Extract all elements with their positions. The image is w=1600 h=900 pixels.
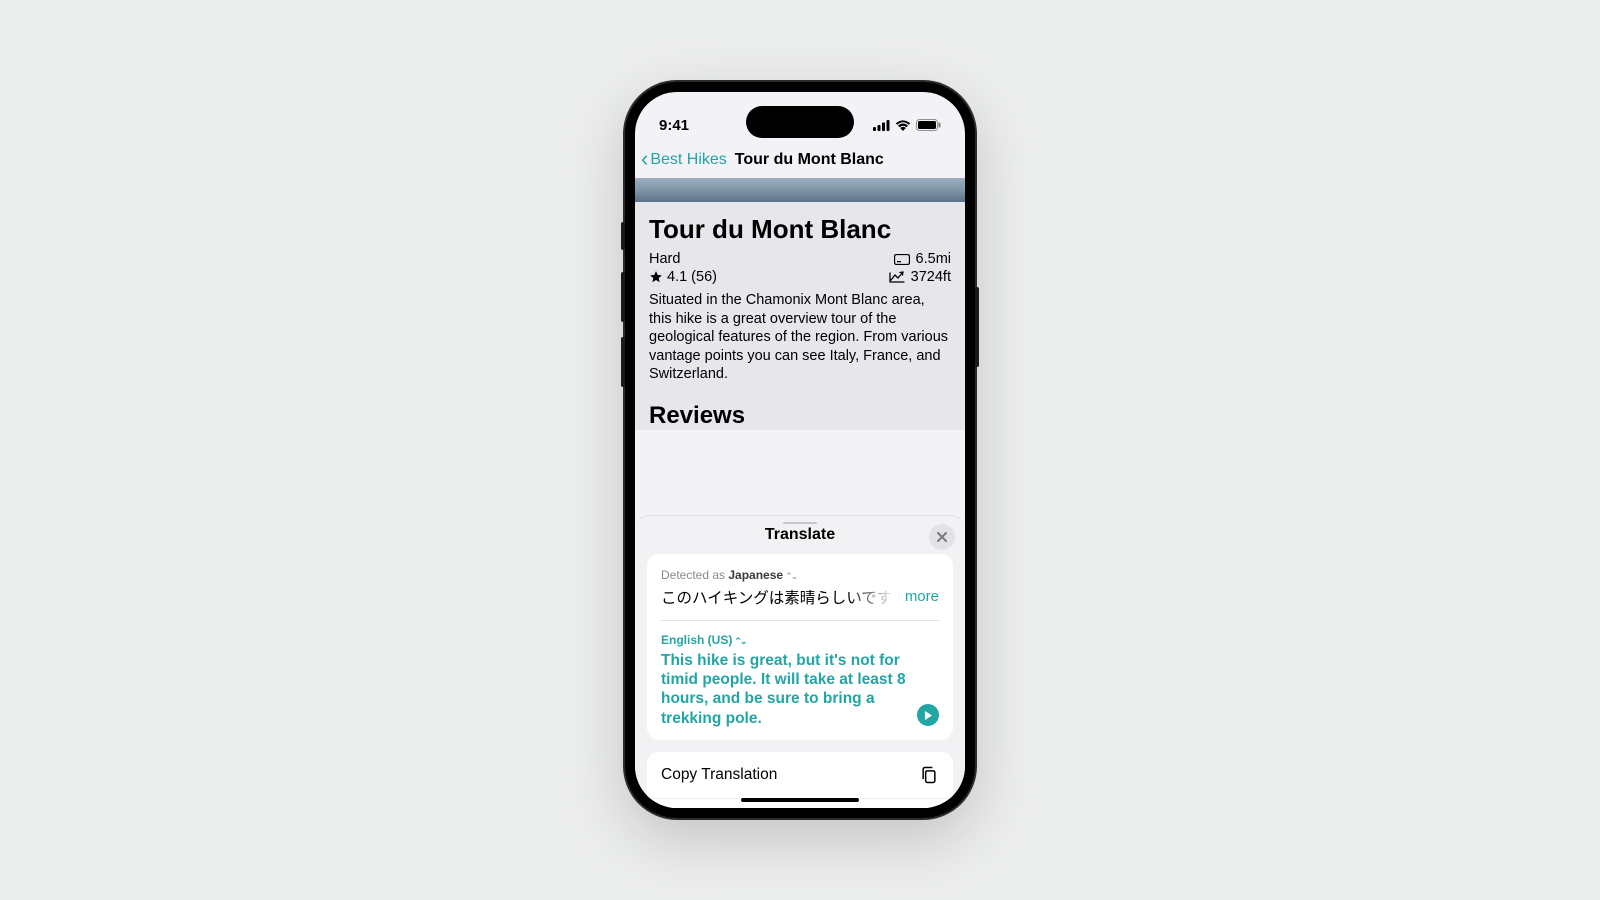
close-button[interactable] — [929, 524, 955, 550]
reviews-heading: Reviews — [635, 394, 965, 430]
home-indicator[interactable] — [741, 798, 859, 802]
divider — [661, 620, 939, 621]
translation-text: This hike is great, but it's not for tim… — [661, 651, 907, 729]
hero-image — [635, 178, 965, 202]
stats-row-2: 4.1 (56) 3724ft — [649, 269, 951, 285]
side-button — [621, 222, 625, 250]
iphone-frame: 9:41 ‹ Best Hikes Tour du Mont Blanc Tou… — [625, 82, 975, 818]
battery-icon — [916, 119, 941, 131]
status-icons — [873, 119, 941, 131]
copy-icon — [919, 765, 939, 785]
screen: 9:41 ‹ Best Hikes Tour du Mont Blanc Tou… — [635, 92, 965, 808]
hike-description: Situated in the Chamonix Mont Blanc area… — [649, 291, 951, 384]
hike-title: Tour du Mont Blanc — [649, 214, 951, 245]
source-row: このハイキングは素晴らしいですか more — [661, 586, 939, 608]
target-row: This hike is great, but it's not for tim… — [661, 651, 939, 729]
star-icon — [649, 270, 663, 284]
nav-title: Tour du Mont Blanc — [735, 151, 884, 169]
close-icon — [937, 532, 947, 542]
play-audio-button[interactable] — [917, 704, 939, 726]
sheet-title: Translate — [765, 526, 835, 544]
hike-detail: Tour du Mont Blanc Hard 6.5mi 4.1 (56) — [635, 202, 965, 394]
cellular-icon — [873, 120, 890, 131]
source-text: このハイキングは素晴らしいですか — [661, 586, 895, 608]
wifi-icon — [895, 120, 911, 131]
rating-value: 4.1 (56) — [667, 269, 717, 285]
power-button — [975, 287, 979, 367]
sheet-grabber[interactable] — [783, 522, 817, 524]
content-area: Tour du Mont Blanc Hard 6.5mi 4.1 (56) — [635, 178, 965, 808]
detected-language-label[interactable]: Detected as Japanese⌃⌄ — [661, 568, 939, 582]
route-icon — [894, 254, 910, 265]
dynamic-island — [746, 106, 854, 138]
translation-card: Detected as Japanese⌃⌄ このハイキングは素晴らしいですか … — [647, 554, 953, 741]
chevron-updown-icon: ⌃⌄ — [785, 571, 796, 581]
status-time: 9:41 — [659, 117, 689, 134]
chevron-updown-icon: ⌃⌄ — [734, 636, 745, 646]
volume-up-button — [621, 272, 625, 322]
back-chevron-icon[interactable]: ‹ — [641, 148, 650, 172]
distance-value: 6.5mi — [916, 251, 951, 267]
more-button[interactable]: more — [905, 588, 939, 605]
sheet-header: Translate — [635, 526, 965, 544]
volume-down-button — [621, 337, 625, 387]
elevation-icon — [889, 271, 905, 283]
copy-translation-button[interactable]: Copy Translation — [647, 752, 953, 799]
navigation-bar: ‹ Best Hikes Tour du Mont Blanc — [635, 142, 965, 178]
action-label: Copy Translation — [661, 766, 777, 784]
difficulty-label: Hard — [649, 251, 680, 267]
translate-sheet: Translate Detected as Japanese⌃⌄ このハイキング… — [635, 516, 965, 808]
target-language-label[interactable]: English (US)⌃⌄ — [661, 633, 939, 647]
play-icon — [924, 711, 933, 720]
back-button-label[interactable]: Best Hikes — [650, 151, 726, 169]
elevation-value: 3724ft — [911, 269, 951, 285]
stats-row-1: Hard 6.5mi — [649, 251, 951, 267]
